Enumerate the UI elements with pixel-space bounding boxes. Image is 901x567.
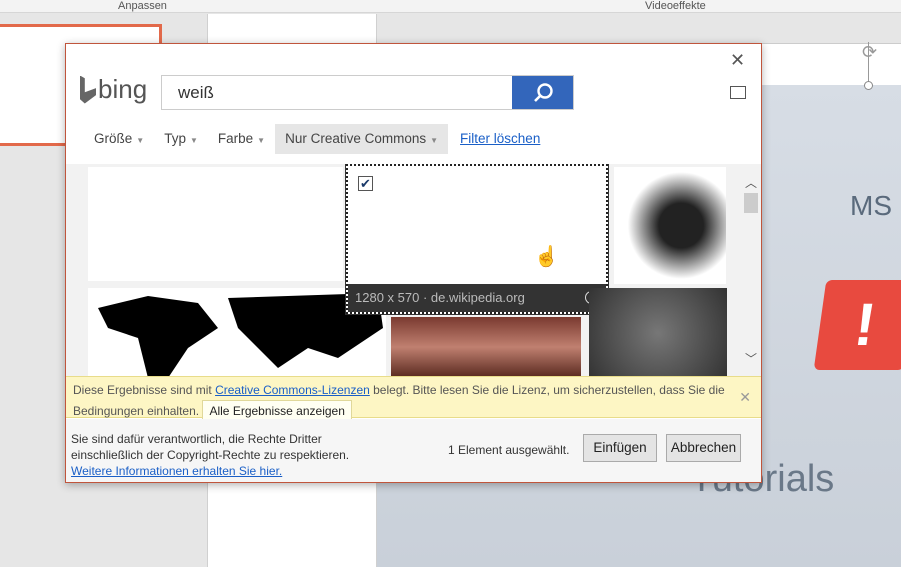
license-notice: Diese Ergebnisse sind mit Creative Commo… [66,376,761,422]
checkbox[interactable]: ✔ [358,176,373,191]
bing-image-search-dialog: ✕ bing Größe▼ Typ▼ Farbe▼ Nur Creative C… [65,43,762,483]
scroll-down-icon[interactable]: ﹀ [742,350,760,367]
selection-count: 1 Element ausgewählt. [448,443,570,457]
bing-logo: bing [80,74,147,105]
image-result[interactable] [88,167,343,281]
cc-license-link[interactable]: Creative Commons-Lizenzen [215,383,370,397]
clear-filter-link[interactable]: Filter löschen [450,124,550,154]
feedback-icon[interactable] [730,86,746,99]
filter-bar: Größe ▼ Typ ▼ Farbe ▼ Nur Creative Commons ▼… [84,124,550,154]
caret-down-icon: ▼ [430,136,439,145]
close-icon[interactable]: ✕ [730,50,745,71]
filter-color[interactable]: Farbe ▼ [208,124,275,154]
ribbon-group-label: Anpassen [118,0,167,12]
image-result[interactable] [391,317,581,376]
filter-license[interactable]: Nur Creative Commons ▼ [275,124,449,154]
image-result[interactable] [88,288,386,376]
resize-handle[interactable] [864,81,873,90]
rotate-handle-icon[interactable]: ⟳ [862,42,877,63]
scrollbar[interactable]: ︿ ﹀ [742,174,760,369]
search-box [161,75,574,110]
copyright-text: einschließlich der Copyright-Rechte zu r… [71,448,350,462]
ribbon-group-label: Videoeffekte [645,0,706,12]
filter-type[interactable]: Typ ▼ [154,124,208,154]
search-icon [533,82,553,102]
copyright-text: Sie sind dafür verantwortlich, die Recht… [71,432,322,446]
scroll-thumb[interactable] [744,193,758,213]
ribbon: Anpassen Videoeffekte [0,0,901,13]
image-result-selected[interactable]: ✔ ☝ 1280 x 570 · de.wikipedia.org ! [345,164,609,315]
search-button[interactable] [512,76,573,109]
caret-down-icon: ▼ [189,136,198,145]
dismiss-icon[interactable]: ✕ [739,387,751,407]
scroll-up-icon[interactable]: ︿ [742,174,760,191]
filter-size[interactable]: Größe ▼ [84,124,154,154]
insert-button[interactable]: Einfügen [583,434,657,462]
dialog-footer: Sie sind dafür verantwortlich, die Recht… [66,419,761,482]
image-caption: 1280 x 570 · de.wikipedia.org ! [348,284,606,312]
image-results: ✔ ☝ 1280 x 570 · de.wikipedia.org ! [66,164,761,376]
caret-down-icon: ▼ [257,136,266,145]
world-map-image [98,293,383,376]
slide-text: MS [850,190,892,221]
caret-down-icon: ▼ [136,136,145,145]
more-info-link[interactable]: Weitere Informationen erhalten Sie hier. [71,464,282,478]
image-result[interactable] [614,167,726,284]
cancel-button[interactable]: Abbrechen [666,434,741,462]
hand-cursor-icon: ☝ [534,246,559,268]
alert-bubble-icon: ! [813,280,901,370]
image-result[interactable] [589,288,727,376]
search-input[interactable] [162,76,512,109]
